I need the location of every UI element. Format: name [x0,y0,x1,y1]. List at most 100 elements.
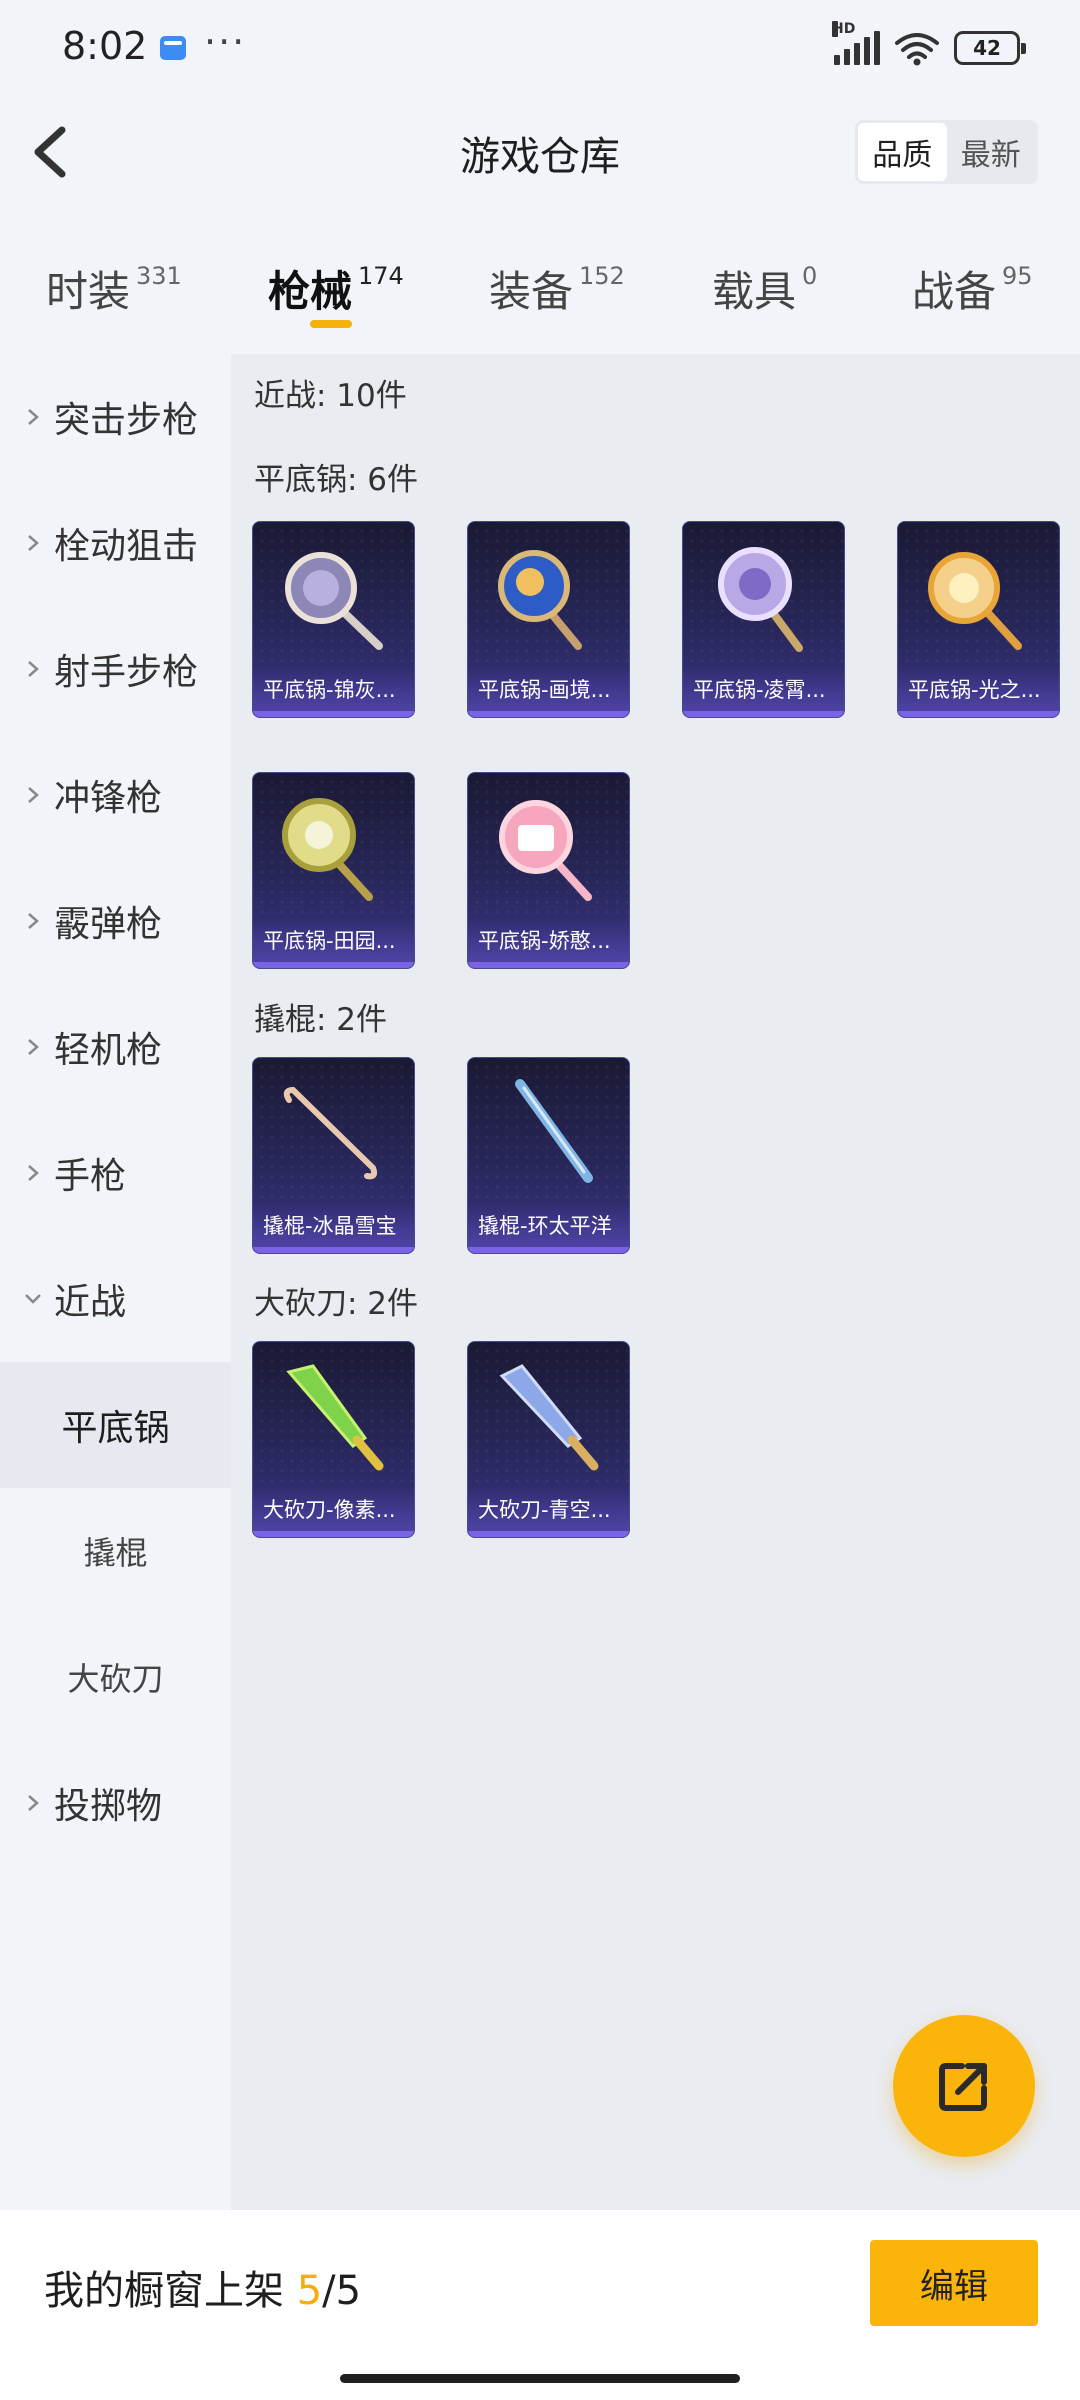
item-card[interactable]: 平底锅-光之... [897,521,1060,718]
chevron-right-icon [28,787,39,803]
chevron-right-icon [28,535,39,551]
battery-level: 42 [973,36,1001,60]
item-name: 平底锅-锦灰... [253,667,414,711]
home-indicator[interactable] [340,2374,740,2383]
sidebar-subitem-machete[interactable]: 大砍刀 [0,1614,231,1740]
machete-icon [499,1364,599,1471]
tab-count: 0 [802,262,818,290]
chevron-right-icon [28,661,39,677]
status-bar: 8:02 ··· HD 42 [0,0,1080,100]
tab-label: 载具 [712,267,797,316]
sidebar-item-bolt-sniper[interactable]: 栓动狙击 [0,480,231,606]
sidebar-subitem-crowbar[interactable]: 撬棍 [0,1488,231,1614]
sidebar-item-assault-rifle[interactable]: 突击步枪 [0,354,231,480]
tab-equipment[interactable]: 装备 152 [489,258,625,328]
sidebar-item-smg[interactable]: 冲锋枪 [0,732,231,858]
section-title: 撬棍: 2件 [254,1002,388,1038]
frying-pan-icon [499,800,592,901]
sort-newest-button[interactable]: 最新 [947,123,1036,181]
sidebar-item-label: 突击步枪 [54,400,199,441]
sidebar-subitem-frying-pan[interactable]: 平底锅 [0,1362,231,1488]
tab-supplies[interactable]: 战备 95 [912,258,1033,328]
sidebar-item-label: 轻机枪 [54,1030,163,1071]
rarity-bar [898,711,1059,717]
frying-pan-icon [498,550,582,650]
rarity-bar [468,1247,629,1253]
sidebar-item-label: 近战 [54,1282,127,1323]
item-card[interactable]: 大砍刀-青空... [467,1341,630,1538]
item-name: 平底锅-画境... [468,667,629,711]
sidebar-item-label: 霰弹枪 [54,904,163,945]
item-name: 撬棍-冰晶雪宝 [253,1203,414,1247]
item-card[interactable]: 撬棍-环太平洋 [467,1057,630,1254]
category-summary: 近战: 10件 [254,378,407,414]
item-card[interactable]: 平底锅-田园... [252,772,415,969]
header: 游戏仓库 品质 最新 [0,100,1080,204]
status-icons: HD 42 [832,21,1026,68]
item-name: 撬棍-环太平洋 [468,1203,629,1247]
chevron-right-icon [28,1165,39,1181]
tab-count: 152 [579,262,625,290]
showcase-total-count: /5 [322,2268,362,2314]
item-name: 平底锅-田园... [253,918,414,962]
sidebar-item-shotgun[interactable]: 霰弹枪 [0,858,231,984]
tab-vehicles[interactable]: 载具 0 [712,258,817,328]
back-button[interactable] [26,120,86,184]
chevron-right-icon [28,1795,39,1811]
edit-button[interactable]: 编辑 [870,2240,1038,2326]
item-card[interactable]: 平底锅-凌霄... [682,521,845,718]
status-time: 8:02 [62,24,148,68]
share-external-icon [939,2063,987,2111]
tab-label: 时装 [46,267,131,316]
item-name: 平底锅-凌霄... [683,667,844,711]
tab-fashion[interactable]: 时装 331 [46,258,182,328]
tab-label: 枪械 [268,267,353,316]
rarity-bar [683,711,844,717]
sidebar-item-pistol[interactable]: 手枪 [0,1110,231,1236]
rarity-bar [253,711,414,717]
rarity-bar [468,1531,629,1537]
notification-app-icon [160,36,186,60]
sidebar-item-label: 平底锅 [61,1408,170,1449]
item-card[interactable]: 平底锅-画境... [467,521,630,718]
sidebar-item-label: 栓动狙击 [54,526,199,567]
tab-count: 95 [1002,262,1033,290]
rarity-bar [468,711,629,717]
chevron-right-icon [28,409,39,425]
sidebar-item-label: 投掷物 [54,1786,163,1827]
item-card[interactable]: 平底锅-锦灰... [252,521,415,718]
bottom-bar: 我的橱窗上架 5/5 编辑 [0,2210,1080,2400]
item-name: 平底锅-光之... [898,667,1059,711]
chevron-right-icon [28,1039,39,1055]
sidebar-item-melee[interactable]: 近战 [0,1236,231,1362]
sidebar: 突击步枪 栓动狙击 射手步枪 冲锋枪 霰弹枪 轻机枪 手枪 近战 平底锅 撬棍 … [0,354,231,2210]
sidebar-item-lmg[interactable]: 轻机枪 [0,984,231,1110]
sort-quality-button[interactable]: 品质 [858,123,947,181]
chevron-down-icon [25,1294,41,1304]
sidebar-item-throwables[interactable]: 投掷物 [0,1740,231,1866]
network-type-label: HD [832,21,856,37]
status-more-icon: ··· [204,20,247,64]
frying-pan-icon [718,547,803,652]
sidebar-item-label: 手枪 [54,1156,127,1197]
showcase-status: 我的橱窗上架 5/5 [44,2258,361,2316]
rarity-bar [253,1531,414,1537]
frying-pan-icon [928,552,1022,650]
share-button[interactable] [893,2015,1035,2157]
item-card[interactable]: 撬棍-冰晶雪宝 [252,1057,415,1254]
crowbar-icon [283,1086,378,1180]
rarity-bar [468,962,629,968]
item-name: 平底锅-娇憨... [468,918,629,962]
sort-toggle: 品质 最新 [855,120,1038,184]
sidebar-item-label: 撬棍 [83,1534,148,1572]
item-grid: 近战: 10件 平底锅: 6件 平底锅-锦灰... 平底锅-画境... 平底锅-… [231,354,1080,2210]
tab-count: 331 [136,262,182,290]
tab-guns[interactable]: 枪械 174 [268,258,404,328]
item-card[interactable]: 大砍刀-像素... [252,1341,415,1538]
sidebar-item-marksman-rifle[interactable]: 射手步枪 [0,606,231,732]
tab-label: 战备 [912,267,997,316]
battery-icon: 42 [954,31,1026,65]
showcase-current-count: 5 [296,2268,323,2314]
item-card[interactable]: 平底锅-娇憨... [467,772,630,969]
wifi-icon [895,33,939,66]
